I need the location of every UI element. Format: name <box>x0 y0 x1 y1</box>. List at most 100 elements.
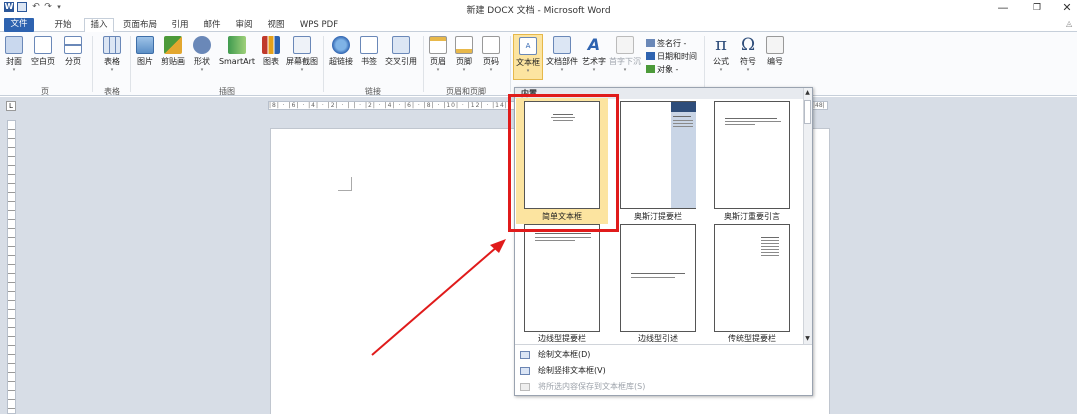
tab-insert[interactable]: 插入 <box>84 18 114 33</box>
date-time-button[interactable]: 日期和时间 <box>646 51 697 62</box>
highlight-box <box>508 94 619 232</box>
preview-line <box>761 255 779 256</box>
group-separator <box>423 36 424 92</box>
symbol-button[interactable]: Ω 符号 ▾ <box>736 36 760 73</box>
gallery-scrollbar[interactable] <box>803 88 812 344</box>
margin-corner-mark <box>338 177 352 191</box>
cross-reference-icon <box>392 36 410 54</box>
preview-line <box>725 118 777 119</box>
tab-selector[interactable]: L <box>6 101 16 111</box>
header-button[interactable]: 页眉 ▾ <box>426 36 450 73</box>
vertical-ruler[interactable] <box>7 120 16 414</box>
group-separator <box>704 36 705 92</box>
page-number-button[interactable]: 页码 ▾ <box>478 36 504 73</box>
scroll-down-icon[interactable]: ▼ <box>803 334 812 343</box>
page-break-icon <box>64 36 82 54</box>
cover-page-button[interactable]: 封面 ▾ <box>2 36 26 73</box>
screenshot-icon <box>293 36 311 54</box>
tab-home[interactable]: 开始 <box>48 19 78 32</box>
preview-line <box>535 237 591 238</box>
minimize-button[interactable]: — <box>988 0 1018 16</box>
page-break-button[interactable]: 分页 <box>60 36 86 67</box>
tab-review[interactable]: 审阅 <box>230 19 258 32</box>
omega-icon: Ω <box>740 35 756 55</box>
table-icon <box>103 36 121 54</box>
bookmark-icon <box>360 36 378 54</box>
tile-caption: 边线型引述 <box>638 334 678 343</box>
picture-button[interactable]: 图片 <box>134 36 156 67</box>
textbox-icon: A <box>519 37 537 55</box>
draw-vertical-textbox-item[interactable]: 绘制竖排文本框(V) <box>516 364 811 378</box>
tab-references[interactable]: 引用 <box>166 19 194 32</box>
hyperlink-button[interactable]: 超链接 <box>326 36 356 67</box>
textbox-button[interactable]: A 文本框 ▾ <box>513 34 543 80</box>
preview-sidebar <box>671 102 696 208</box>
preview-line <box>673 126 693 127</box>
close-button[interactable]: ✕ <box>1052 0 1077 16</box>
equation-button[interactable]: π 公式 ▾ <box>708 36 734 74</box>
cross-reference-button[interactable]: 交叉引用 <box>382 36 420 67</box>
group-label-illustrations: 插图 <box>219 87 235 96</box>
horizontal-ruler-right[interactable]: |48| <box>812 101 828 110</box>
drop-cap-button[interactable]: 首字下沉 ▾ <box>608 36 642 73</box>
preview-line <box>673 123 693 124</box>
preview-line <box>761 240 779 241</box>
tab-file[interactable]: 文件 <box>4 18 34 32</box>
preview-line <box>761 237 779 238</box>
group-label-links: 链接 <box>365 87 381 96</box>
horizontal-ruler[interactable]: |8| · |6| · |4| · |2| · | | · |2| · |4| … <box>268 101 518 110</box>
save-to-gallery-item[interactable]: 将所选内容保存到文本框库(S) <box>516 380 811 394</box>
tab-mailings[interactable]: 邮件 <box>198 19 226 32</box>
preview-line <box>761 246 779 247</box>
number-icon <box>766 36 784 54</box>
page-number-icon <box>482 36 500 54</box>
clipart-icon <box>164 36 182 54</box>
preview-line <box>725 121 781 122</box>
footer-button[interactable]: 页脚 ▾ <box>452 36 476 73</box>
tab-view[interactable]: 视图 <box>262 19 290 32</box>
preview-line <box>761 252 779 253</box>
window-title: 新建 DOCX 文档 - Microsoft Word <box>466 6 611 16</box>
preview-sidebar-top <box>671 102 696 112</box>
table-button[interactable]: 表格 ▾ <box>98 36 126 73</box>
screenshot-button[interactable]: 屏幕截图 ▾ <box>284 36 320 73</box>
object-button[interactable]: 对象 - <box>646 64 678 75</box>
draw-textbox-item[interactable]: 绘制文本框(D) <box>516 348 811 362</box>
footer-icon <box>455 36 473 54</box>
smartart-icon <box>228 36 246 54</box>
gallery-tile-edge-quote[interactable] <box>620 224 696 332</box>
gallery-tile-austin-sidebar[interactable] <box>620 101 696 209</box>
draw-textbox-icon <box>520 351 530 359</box>
blank-page-button[interactable]: 空白页 <box>28 36 58 67</box>
calendar-icon <box>646 52 655 60</box>
gallery-tile-edge-sidebar[interactable] <box>524 224 600 332</box>
scroll-thumb[interactable] <box>804 100 811 124</box>
clipart-button[interactable]: 剪贴画 <box>158 36 188 67</box>
save-to-gallery-icon <box>520 383 530 391</box>
gallery-tile-classic-sidebar[interactable] <box>714 224 790 332</box>
preview-line <box>535 240 575 241</box>
quick-parts-button[interactable]: 文档部件 ▾ <box>545 36 579 73</box>
help-icon[interactable]: ◬ <box>1066 19 1072 28</box>
preview-line <box>761 249 779 250</box>
tab-wps-pdf[interactable]: WPS PDF <box>294 19 344 32</box>
signature-line-button[interactable]: 签名行 - <box>646 38 686 49</box>
ribbon-tab-bar: 文件 开始 插入 页面布局 引用 邮件 审阅 视图 WPS PDF <box>0 16 1077 33</box>
blank-page-icon <box>34 36 52 54</box>
draw-vertical-textbox-icon <box>520 367 530 375</box>
shapes-icon <box>193 36 211 54</box>
group-label-header-footer: 页眉和页脚 <box>446 87 486 96</box>
number-button[interactable]: 编号 <box>762 36 788 67</box>
tab-page-layout[interactable]: 页面布局 <box>118 19 162 32</box>
maximize-button[interactable]: ❐ <box>1022 0 1052 16</box>
shapes-button[interactable]: 形状 ▾ <box>190 36 214 73</box>
gallery-tile-austin-quote[interactable] <box>714 101 790 209</box>
preview-line <box>673 120 693 121</box>
tile-caption: 奥斯汀提要栏 <box>634 212 682 221</box>
drop-cap-icon <box>616 36 634 54</box>
chart-button[interactable]: 图表 <box>260 36 282 67</box>
bookmark-button[interactable]: 书签 <box>358 36 380 67</box>
wordart-button[interactable]: A 艺术字 ▾ <box>580 36 608 74</box>
scroll-up-icon[interactable]: ▲ <box>803 88 812 97</box>
smartart-button[interactable]: SmartArt <box>216 36 258 67</box>
